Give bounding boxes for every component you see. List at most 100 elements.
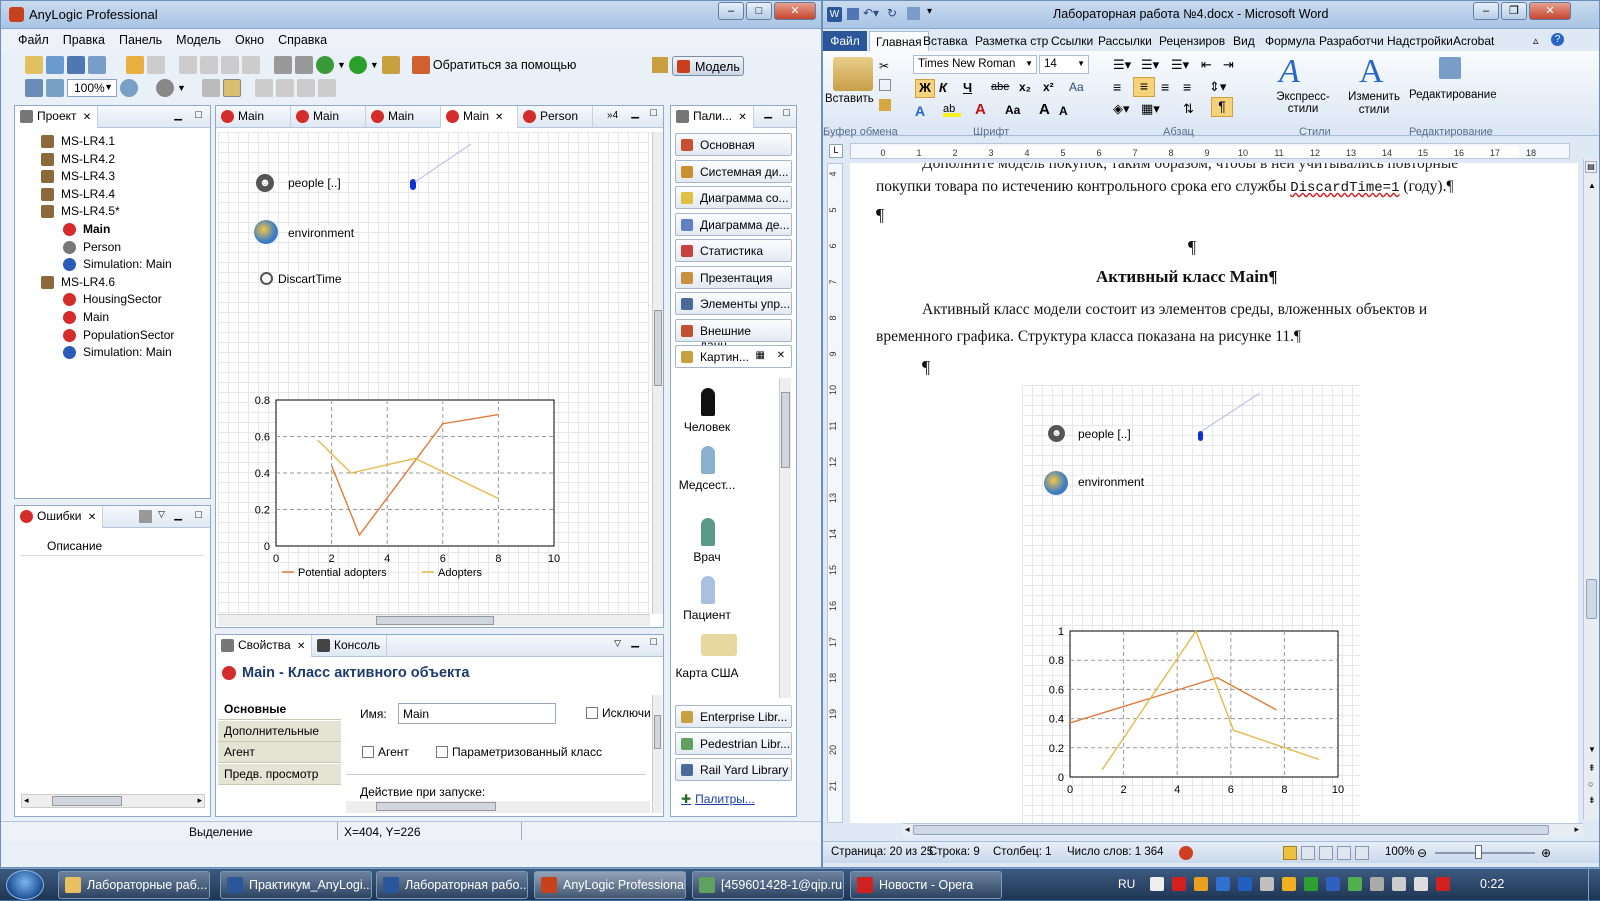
- tree-item[interactable]: Simulation: Main: [15, 344, 210, 362]
- horizontal-scrollbar[interactable]: [346, 801, 650, 813]
- close-icon[interactable]: ✕: [83, 112, 91, 123]
- close-icon[interactable]: ✕: [495, 112, 503, 123]
- minimize-icon[interactable]: ▁: [174, 510, 182, 521]
- print-layout-icon[interactable]: [1283, 846, 1297, 860]
- justify-button[interactable]: ≡: [1183, 79, 1191, 95]
- draft-icon[interactable]: [1355, 846, 1369, 860]
- palette-section[interactable]: Диаграмма со...: [675, 186, 792, 209]
- globe-icon[interactable]: [254, 220, 278, 244]
- minimize-icon[interactable]: ▁: [764, 108, 772, 119]
- tab-editor-main[interactable]: Main: [291, 106, 366, 128]
- zoom-slider-thumb[interactable]: [1475, 845, 1482, 859]
- ribbon-tab[interactable]: Разметка стр: [969, 31, 1054, 51]
- layout-icon[interactable]: ▦: [756, 350, 765, 361]
- close-button[interactable]: ✕: [774, 2, 816, 20]
- build-all-icon[interactable]: [295, 56, 313, 74]
- undo-icon[interactable]: ↶▾: [863, 6, 879, 20]
- tray-icon-1[interactable]: [1150, 877, 1164, 891]
- help-icon[interactable]: [411, 56, 430, 74]
- pan-icon[interactable]: [46, 79, 64, 97]
- side-tab[interactable]: Агент: [218, 742, 341, 763]
- zoom-select[interactable]: 100% ▼: [67, 79, 117, 97]
- vertical-scrollbar[interactable]: ▤ ▲ ▼ ⇞ ○ ⇟: [1583, 159, 1599, 819]
- scroll-thumb[interactable]: [913, 825, 1549, 835]
- shrink-font-button[interactable]: A: [1059, 104, 1068, 118]
- taskbar-item[interactable]: Лабораторная рабо...: [376, 871, 528, 899]
- minimize-icon[interactable]: ▁: [631, 108, 639, 119]
- grow-font-button[interactable]: A: [1039, 101, 1050, 118]
- palette-section[interactable]: Элементы упр...: [675, 292, 792, 315]
- palette-section[interactable]: Системная ди...: [675, 159, 792, 183]
- change-styles-icon[interactable]: A: [1359, 53, 1384, 91]
- menu-item[interactable]: Файл: [11, 30, 56, 50]
- tree-item[interactable]: HousingSector: [15, 291, 210, 309]
- maximize-icon[interactable]: □: [195, 509, 202, 521]
- numbering-button[interactable]: ☰▾: [1141, 57, 1159, 73]
- clock[interactable]: 0:22: [1480, 877, 1504, 891]
- filter-icon[interactable]: [139, 510, 152, 523]
- tab-errors[interactable]: Ошибки ✕: [15, 506, 104, 528]
- tray-icon-9[interactable]: [1326, 877, 1340, 891]
- time-plot-chart[interactable]: 0 2 4 6 8 10 0 0.2 0.4 0.6 0.8 Potential adopters Ad…: [238, 394, 568, 594]
- minimize-button[interactable]: –: [718, 2, 744, 20]
- tab-palette[interactable]: Пали... ✕: [671, 106, 754, 128]
- tree-item[interactable]: MS-LR4.2: [15, 151, 210, 169]
- taskbar-item[interactable]: [459601428-1@qip.ru...: [692, 871, 844, 899]
- clear-format-button[interactable]: Aa: [1069, 80, 1084, 94]
- menu-item[interactable]: Справка: [271, 30, 334, 50]
- menu-item[interactable]: Окно: [228, 30, 271, 50]
- status-word-count[interactable]: Число слов: 1 364: [1067, 846, 1164, 858]
- zoom-level[interactable]: 100%: [1385, 846, 1414, 858]
- parameter-icon[interactable]: [260, 272, 273, 285]
- ruler-toggle-icon[interactable]: ▤: [1585, 161, 1597, 173]
- palettes-link[interactable]: ✚ Палитры...: [681, 792, 755, 806]
- bullets-button[interactable]: ☰▾: [1113, 57, 1131, 73]
- web-layout-icon[interactable]: [1319, 846, 1333, 860]
- align-icon[interactable]: [254, 79, 273, 97]
- copy-icon[interactable]: [200, 56, 218, 74]
- zoom-in-button[interactable]: ⊕: [1541, 846, 1551, 860]
- tab-editor-main[interactable]: Main: [366, 106, 441, 128]
- description-column-header[interactable]: Описание: [47, 539, 102, 553]
- agent-population-icon[interactable]: ☻: [256, 174, 274, 192]
- status-line[interactable]: Строка: 9: [929, 846, 980, 858]
- maximize-icon[interactable]: □: [195, 109, 202, 121]
- status-column[interactable]: Столбец: 1: [993, 846, 1052, 858]
- tray-icon-4[interactable]: [1216, 877, 1230, 891]
- horizontal-ruler[interactable]: 0 1 2 3 4 5 6 7 8 9 10 11 12 13 14 15 16 17 18: [850, 143, 1570, 159]
- scroll-thumb[interactable]: [654, 715, 661, 749]
- cut-icon[interactable]: ✂: [879, 59, 889, 73]
- palette-section[interactable]: Диаграмма де...: [675, 212, 792, 236]
- tab-properties[interactable]: Свойства ✕: [216, 635, 313, 657]
- start-button[interactable]: [6, 870, 44, 900]
- next-page-icon[interactable]: ⇟: [1588, 795, 1596, 806]
- tab-project[interactable]: Проект ✕: [15, 106, 99, 128]
- full-screen-icon[interactable]: [1301, 846, 1315, 860]
- tree-item[interactable]: PopulationSector: [15, 327, 210, 345]
- close-icon[interactable]: ✕: [738, 112, 746, 123]
- tree-item[interactable]: Main: [15, 309, 210, 327]
- align-center-button[interactable]: ≡: [1133, 77, 1155, 97]
- ribbon-tab[interactable]: Рассылки: [1092, 31, 1158, 51]
- shading-button[interactable]: ◈▾: [1113, 101, 1130, 117]
- tree-item[interactable]: Person: [15, 239, 210, 257]
- fit-icon[interactable]: [25, 79, 43, 97]
- help-button[interactable]: Обратиться за помощью: [433, 58, 577, 72]
- build-icon[interactable]: [274, 56, 292, 74]
- proofing-icon[interactable]: [1179, 846, 1193, 860]
- tray-icon-7[interactable]: [1282, 877, 1296, 891]
- palette-section[interactable]: Статистика: [675, 239, 792, 262]
- zoom-out-button[interactable]: ⊖: [1417, 846, 1427, 860]
- show-desktop-button[interactable]: [1588, 869, 1600, 901]
- editing-button[interactable]: Редактирование: [1409, 89, 1497, 101]
- tab-selector[interactable]: L: [829, 144, 843, 158]
- scroll-thumb[interactable]: [376, 616, 494, 625]
- tray-icon-2[interactable]: [1172, 877, 1186, 891]
- model-perspective-button[interactable]: Модель: [672, 56, 744, 76]
- vertical-ruler[interactable]: 4 5 6 7 8 9 10 11 12 13 14 15 16 17 18 19 20 21: [827, 163, 843, 823]
- picture-icon[interactable]: [701, 576, 715, 604]
- paste-button[interactable]: Вставить: [825, 93, 874, 105]
- tray-icon-3[interactable]: [1194, 877, 1208, 891]
- scroll-down-arrow[interactable]: ▼: [1588, 745, 1596, 754]
- print-preview-icon[interactable]: [907, 7, 920, 20]
